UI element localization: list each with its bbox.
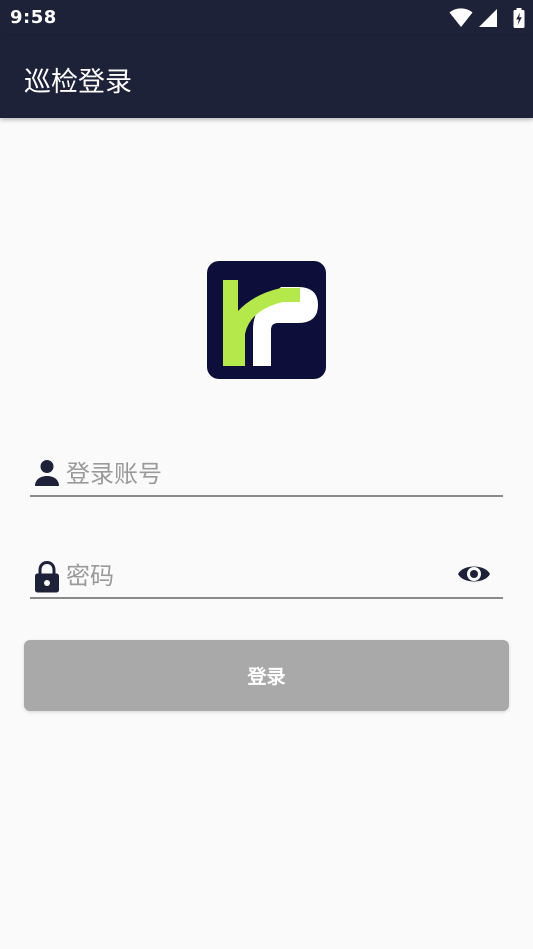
login-button[interactable]: 登录 xyxy=(24,640,509,711)
eye-icon[interactable] xyxy=(457,561,491,587)
status-time: 9:58 xyxy=(10,7,57,28)
username-field xyxy=(30,455,503,497)
password-field xyxy=(30,557,503,599)
signal-icon xyxy=(479,9,497,27)
app-bar: 巡检登录 xyxy=(0,36,533,118)
lock-icon xyxy=(35,561,59,593)
person-icon xyxy=(35,460,59,486)
username-input[interactable] xyxy=(66,455,446,493)
app-logo xyxy=(207,261,326,379)
page-title: 巡检登录 xyxy=(24,67,132,98)
password-input[interactable] xyxy=(66,557,446,595)
battery-charging-icon xyxy=(513,8,525,28)
status-bar: 9:58 xyxy=(0,0,533,36)
wifi-icon xyxy=(449,8,473,27)
